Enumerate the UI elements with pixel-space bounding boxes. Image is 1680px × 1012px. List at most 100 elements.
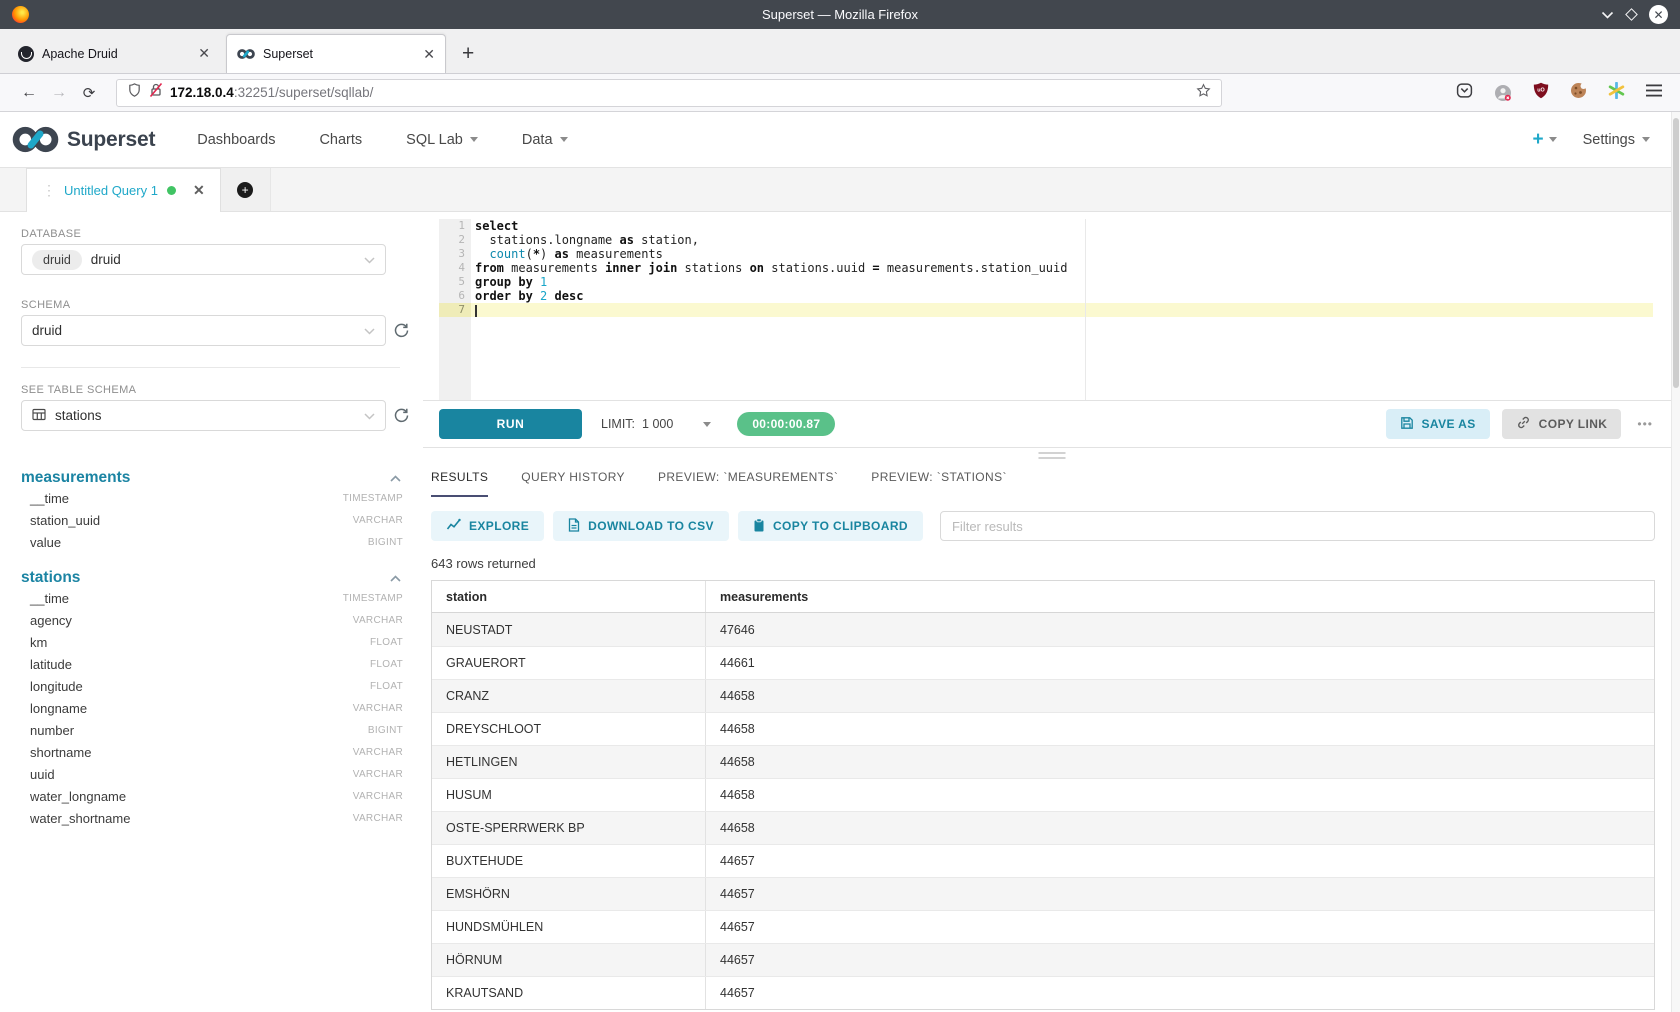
- sql-token: stations.uuid: [764, 261, 872, 275]
- query-tab-untitled[interactable]: ⋮ Untitled Query 1 ✕: [26, 168, 221, 212]
- collapse-chevron-icon[interactable]: [390, 469, 401, 487]
- save-as-button[interactable]: SAVE AS: [1386, 409, 1490, 439]
- window-minimize-icon[interactable]: [1601, 6, 1614, 24]
- sql-token: on: [750, 261, 764, 275]
- reload-button[interactable]: ⟳: [74, 84, 104, 102]
- table-icon: [32, 408, 46, 424]
- filter-results-input[interactable]: [940, 511, 1655, 541]
- drag-dots-icon[interactable]: ⋮: [42, 182, 55, 199]
- refresh-table-icon[interactable]: [393, 407, 410, 429]
- results-tab[interactable]: RESULTS: [431, 470, 488, 497]
- tab-close-icon[interactable]: ✕: [198, 45, 210, 62]
- new-query-tab-button[interactable]: +: [221, 168, 271, 211]
- column-row: longnameVARCHAR: [21, 697, 403, 719]
- more-options-button[interactable]: •••: [1637, 417, 1653, 431]
- cookie-icon[interactable]: [1570, 82, 1587, 104]
- copy-link-button[interactable]: COPY LINK: [1502, 409, 1622, 439]
- save-icon: [1400, 416, 1414, 433]
- account-icon[interactable]: [1494, 84, 1512, 102]
- sql-token: measurements.station_uuid: [880, 261, 1068, 275]
- results-tab[interactable]: PREVIEW: `MEASUREMENTS`: [658, 470, 838, 497]
- database-select[interactable]: druid druid: [21, 244, 386, 275]
- window-maximize-icon[interactable]: [1625, 8, 1638, 21]
- schema-select[interactable]: druid: [21, 315, 386, 346]
- column-header-measurements[interactable]: measurements: [706, 581, 1654, 612]
- column-name: uuid: [30, 767, 55, 782]
- new-tab-button[interactable]: +: [462, 43, 474, 64]
- tab-close-icon[interactable]: ✕: [423, 46, 435, 63]
- cell-station: BUXTEHUDE: [432, 845, 706, 877]
- druid-favicon: [18, 46, 34, 62]
- window-close-icon[interactable]: ✕: [1649, 5, 1668, 24]
- nav-item-dashboards[interactable]: Dashboards: [197, 132, 275, 148]
- chevron-down-icon: [470, 137, 478, 142]
- cell-measurements: 44658: [706, 713, 1654, 745]
- explore-button[interactable]: EXPLORE: [431, 511, 544, 541]
- nav-item-sql-lab[interactable]: SQL Lab: [406, 132, 478, 148]
- column-name: longitude: [30, 679, 83, 694]
- database-value: druid: [91, 252, 121, 267]
- table-row: CRANZ44658: [432, 679, 1654, 712]
- bookmark-star-icon[interactable]: [1196, 83, 1211, 103]
- nav-item-charts[interactable]: Charts: [319, 132, 362, 148]
- column-name: number: [30, 723, 74, 738]
- shield-icon[interactable]: [127, 82, 142, 103]
- superset-favicon: [237, 48, 255, 60]
- editor-code[interactable]: select stations.longname as station, cou…: [471, 219, 1653, 401]
- cell-measurements: 44657: [706, 878, 1654, 910]
- table-row: BUXTEHUDE44657: [432, 844, 1654, 877]
- cell-measurements: 44661: [706, 647, 1654, 679]
- gutter-line-number: 1: [439, 219, 471, 233]
- superset-brand[interactable]: Superset: [12, 125, 155, 154]
- cell-station: HÖRNUM: [432, 944, 706, 976]
- sql-token: ): [540, 247, 554, 261]
- sql-token: by: [518, 289, 532, 303]
- sql-token: 1: [540, 275, 547, 289]
- sql-editor[interactable]: 1234567 select stations.longname as stat…: [439, 219, 1653, 401]
- pane-drag-handle[interactable]: [1038, 452, 1065, 462]
- download-csv-label: DOWNLOAD TO CSV: [588, 519, 714, 533]
- ublock-icon[interactable]: uO: [1533, 82, 1549, 104]
- table-row: HUNDSMÜHLEN44657: [432, 910, 1654, 943]
- schema-label: SCHEMA: [21, 299, 423, 311]
- results-panel: RESULTS QUERY HISTORY PREVIEW: `MEASUREMEN…: [423, 447, 1680, 1012]
- limit-dropdown[interactable]: LIMIT: 1 000: [601, 417, 711, 431]
- insecure-lock-icon[interactable]: [149, 82, 163, 103]
- extension-asterisk-icon[interactable]: [1608, 82, 1625, 104]
- chevron-down-icon: [364, 323, 375, 338]
- hamburger-menu-icon[interactable]: [1646, 84, 1662, 102]
- copy-clipboard-button[interactable]: COPY TO CLIPBOARD: [738, 511, 923, 541]
- settings-menu[interactable]: Settings: [1583, 132, 1650, 148]
- forward-button[interactable]: →: [44, 84, 74, 102]
- browser-tab-apache-druid[interactable]: Apache Druid ✕: [8, 34, 220, 73]
- url-bar[interactable]: 172.18.0.4:32251/superset/sqllab/: [116, 79, 1222, 107]
- pocket-icon[interactable]: [1456, 82, 1473, 104]
- query-timer-badge: 00:00:00.87: [737, 412, 835, 436]
- back-button[interactable]: ←: [14, 84, 44, 102]
- nav-item-data[interactable]: Data: [522, 132, 568, 148]
- cell-station: HUNDSMÜHLEN: [432, 911, 706, 943]
- results-tab[interactable]: QUERY HISTORY: [521, 470, 625, 497]
- url-text[interactable]: 172.18.0.4:32251/superset/sqllab/: [170, 85, 373, 100]
- add-new-button[interactable]: +: [1532, 129, 1556, 151]
- cell-measurements: 44658: [706, 812, 1654, 844]
- browser-tab-superset[interactable]: Superset ✕: [226, 34, 446, 73]
- column-type: VARCHAR: [353, 747, 403, 758]
- download-csv-button[interactable]: DOWNLOAD TO CSV: [553, 511, 729, 541]
- code-line: select: [471, 219, 1653, 233]
- plus-circle-icon: +: [237, 182, 253, 198]
- run-button[interactable]: RUN: [439, 409, 582, 439]
- column-header-station[interactable]: station: [432, 581, 706, 612]
- close-query-tab-icon[interactable]: ✕: [193, 182, 205, 199]
- table-row: OSTE-SPERRWERK BP44658: [432, 811, 1654, 844]
- table-select[interactable]: stations: [21, 400, 386, 431]
- code-line: from measurements inner join stations on…: [471, 261, 1653, 275]
- refresh-schema-icon[interactable]: [393, 322, 410, 344]
- results-tab[interactable]: PREVIEW: `STATIONS`: [871, 470, 1007, 497]
- divider: [21, 367, 400, 368]
- page-scrollbar[interactable]: [1671, 112, 1680, 1012]
- collapse-chevron-icon[interactable]: [390, 569, 401, 587]
- scrollbar-thumb[interactable]: [1673, 118, 1679, 388]
- schema-table-name[interactable]: stations: [21, 569, 80, 587]
- schema-table-name[interactable]: measurements: [21, 469, 130, 487]
